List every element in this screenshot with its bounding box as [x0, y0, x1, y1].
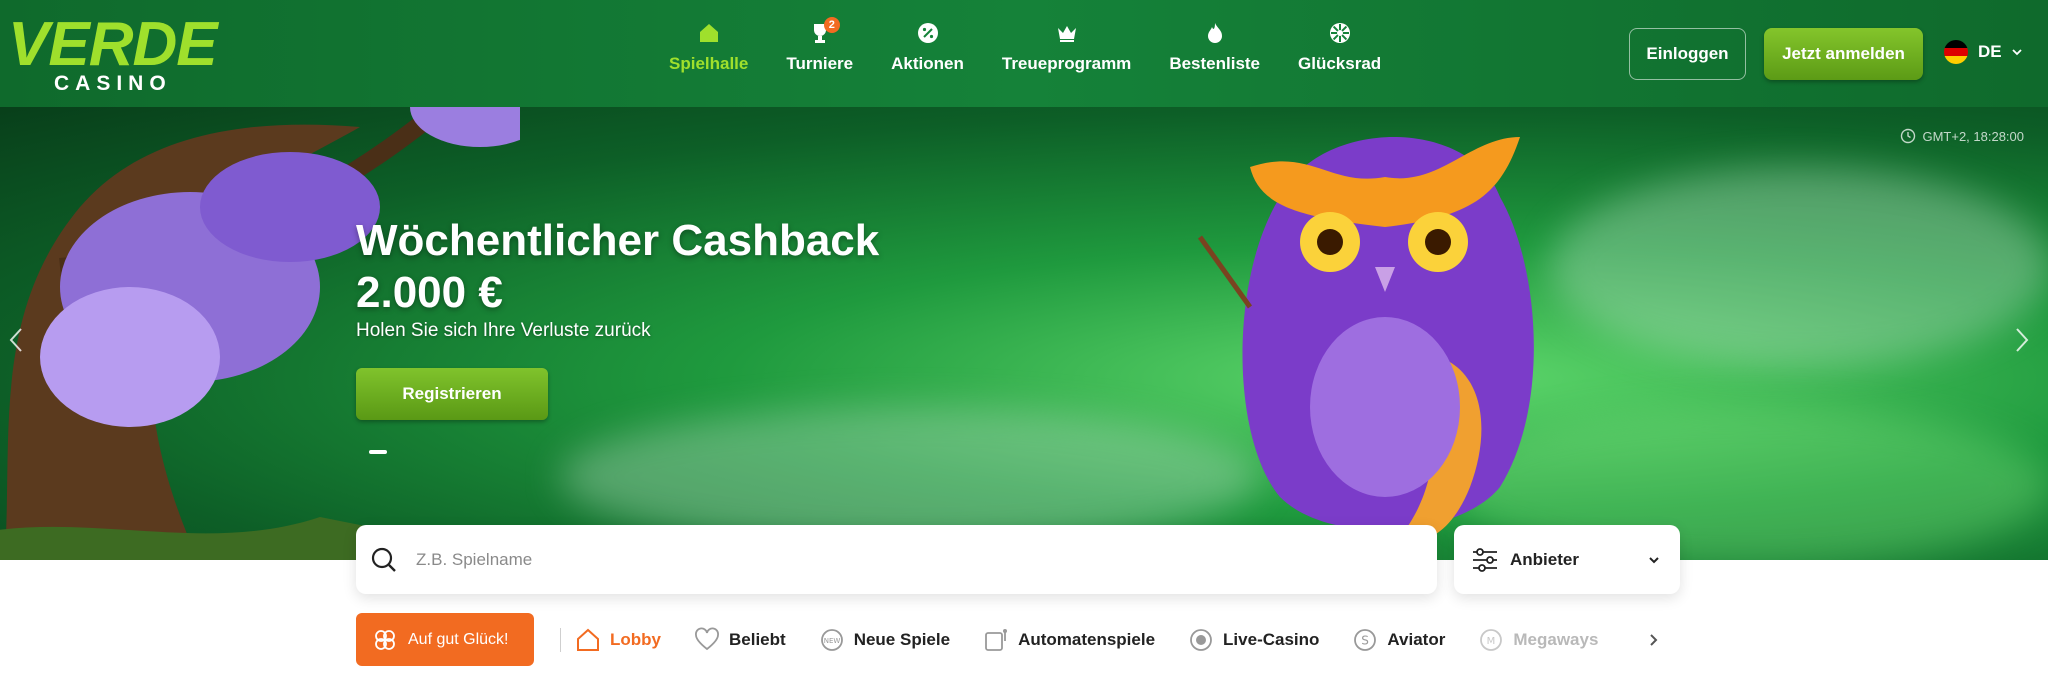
register-button[interactable]: Registrieren: [356, 368, 548, 420]
flame-icon: [1202, 20, 1228, 46]
promo-amount: 2.000 €: [356, 268, 503, 317]
category-neue-spiele[interactable]: NEW Neue Spiele: [819, 627, 950, 653]
nav-label: Treueprogramm: [1001, 54, 1132, 73]
divider: [560, 627, 561, 652]
logo-subtitle: CASINO: [54, 72, 172, 95]
owl-illustration: [1197, 137, 1534, 541]
aviator-icon: S: [1354, 628, 1377, 651]
promo-subtitle: Holen Sie sich Ihre Verluste zurück: [356, 320, 651, 341]
german-flag-icon: [1944, 40, 1968, 64]
main-nav: Spielhalle 2 Turniere Aktionen Treueprog…: [650, 17, 1400, 90]
svg-text:NEW: NEW: [823, 637, 840, 645]
filter-sliders-icon: [1473, 547, 1497, 572]
category-lobby[interactable]: Lobby: [575, 627, 661, 653]
carousel-indicator[interactable]: [369, 450, 387, 454]
nav-label: Bestenliste: [1169, 54, 1261, 73]
category-scroll-right-button[interactable]: [1644, 628, 1664, 652]
category-label: Aviator: [1387, 629, 1446, 649]
house-icon: [696, 20, 722, 46]
search-icon: [371, 547, 396, 572]
nav-item-aktionen[interactable]: Aktionen: [872, 20, 983, 90]
carousel-prev-button[interactable]: [4, 320, 28, 360]
live-icon: [1190, 628, 1212, 651]
server-time-label: GMT+2, 18:28:00: [1922, 128, 2024, 144]
house-outline-icon: [577, 628, 599, 651]
chevron-right-icon: [2016, 328, 2029, 352]
promo-banner[interactable]: GMT+2, 18:28:00 Wöchentlicher Cashback 2…: [0, 107, 2048, 560]
chevron-down-icon: [1649, 556, 1659, 563]
nav-item-turniere[interactable]: 2 Turniere: [767, 17, 872, 90]
clover-icon: [375, 629, 395, 650]
verde-casino-logo[interactable]: VERDE CASINO: [8, 10, 220, 96]
language-code: DE: [1978, 42, 2002, 61]
random-game-label: Auf gut Glück!: [408, 630, 509, 648]
category-aviator[interactable]: S Aviator: [1352, 627, 1445, 653]
nav-label: Glücksrad: [1298, 54, 1382, 73]
game-search[interactable]: [356, 525, 1437, 594]
mist-decoration: [1550, 167, 2048, 367]
slot-machine-icon: [985, 628, 1008, 651]
category-bar: Auf gut Glück! Lobby Beliebt NEW Neue Sp…: [356, 613, 1631, 666]
nav-item-bestenliste[interactable]: Bestenliste: [1150, 20, 1279, 90]
nav-item-treueprogramm[interactable]: Treueprogramm: [983, 20, 1150, 90]
page: VERDE CASINO Spielhalle 2 Turniere Aktio…: [0, 0, 2048, 690]
nav-item-spielhalle[interactable]: Spielhalle: [650, 20, 767, 90]
language-selector[interactable]: DE: [1944, 40, 2022, 64]
top-header: VERDE CASINO Spielhalle 2 Turniere Aktio…: [0, 0, 2048, 107]
carousel-next-button[interactable]: [2010, 320, 2034, 360]
new-badge-icon: NEW: [820, 628, 843, 651]
svg-text:S: S: [1362, 633, 1370, 647]
category-label: Automatenspiele: [1018, 629, 1156, 649]
megaways-icon: M: [1480, 628, 1503, 651]
chevron-right-icon: [1650, 634, 1658, 646]
provider-label: Anbieter: [1510, 549, 1579, 569]
clock-icon: [1901, 128, 1916, 144]
category-automatenspiele[interactable]: Automatenspiele: [983, 627, 1155, 653]
category-live-casino[interactable]: Live-Casino: [1188, 627, 1319, 653]
category-label: Megaways: [1513, 629, 1599, 649]
category-beliebt[interactable]: Beliebt: [694, 627, 786, 653]
provider-filter[interactable]: Anbieter: [1454, 525, 1680, 594]
category-label: Live-Casino: [1223, 629, 1320, 649]
tournament-count-badge: 2: [823, 17, 840, 33]
svg-text:M: M: [1487, 636, 1496, 647]
login-button[interactable]: Einloggen: [1629, 28, 1746, 80]
category-label: Lobby: [610, 629, 661, 649]
nav-item-gluecksrad[interactable]: Glücksrad: [1279, 20, 1400, 90]
promo-title: Wöchentlicher Cashback: [356, 216, 880, 265]
chevron-down-icon: [2011, 42, 2022, 62]
percent-badge-icon: [915, 20, 941, 46]
heart-icon: [695, 627, 719, 650]
category-label: Neue Spiele: [853, 629, 951, 649]
category-label: Beliebt: [729, 629, 786, 649]
signup-button[interactable]: Jetzt anmelden: [1764, 28, 1923, 80]
nav-label: Spielhalle: [669, 54, 749, 73]
search-input[interactable]: [416, 549, 1316, 570]
nav-label: Aktionen: [891, 54, 964, 73]
category-megaways[interactable]: M Megaways: [1478, 627, 1598, 653]
wheel-icon: [1327, 20, 1353, 46]
chevron-left-icon: [9, 328, 22, 352]
logo-wordmark: VERDE: [8, 10, 218, 79]
crown-icon: [1054, 20, 1080, 46]
server-time: GMT+2, 18:28:00: [1900, 128, 2024, 144]
random-game-button[interactable]: Auf gut Glück!: [356, 613, 534, 666]
nav-label: Turniere: [786, 54, 854, 73]
